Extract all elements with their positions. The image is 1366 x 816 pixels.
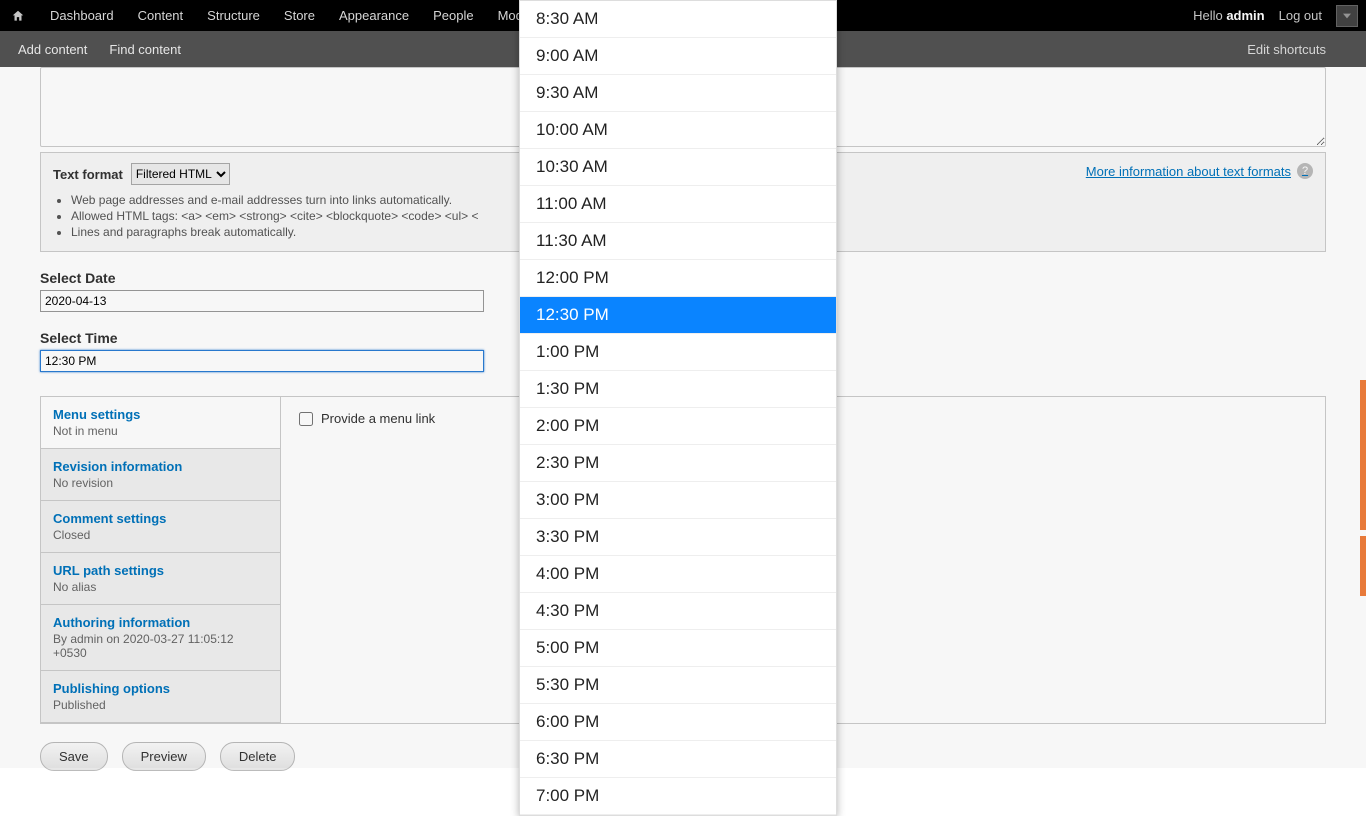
vtab-title: Publishing options [53,681,268,696]
preview-button[interactable]: Preview [122,742,206,771]
vtab-publishing-options[interactable]: Publishing options Published [41,671,280,723]
vertical-tabs-list: Menu settings Not in menu Revision informa… [41,397,281,723]
time-option[interactable]: 9:00 AM [520,38,836,75]
delete-button[interactable]: Delete [220,742,296,771]
vtab-summary: Published [53,698,268,712]
vtab-title: Revision information [53,459,268,474]
vtab-summary: No alias [53,580,268,594]
time-option[interactable]: 2:00 PM [520,408,836,445]
time-option[interactable]: 10:30 AM [520,149,836,186]
help-icon: ? [1297,163,1313,179]
vtab-summary: Closed [53,528,268,542]
vtab-menu-settings[interactable]: Menu settings Not in menu [41,397,280,449]
toolbar-item-content[interactable]: Content [126,0,196,31]
text-format-label: Text format [53,167,123,182]
vtab-summary: No revision [53,476,268,490]
hello-user: Hello admin [1193,8,1265,23]
vtab-title: Comment settings [53,511,268,526]
toolbar-item-store[interactable]: Store [272,0,327,31]
home-icon[interactable] [8,6,28,26]
time-option[interactable]: 12:30 PM [520,297,836,334]
time-option[interactable]: 6:00 PM [520,704,836,741]
vtab-revision-information[interactable]: Revision information No revision [41,449,280,501]
logout-link[interactable]: Log out [1279,8,1322,23]
time-option[interactable]: 5:30 PM [520,667,836,704]
time-option[interactable]: 3:30 PM [520,519,836,556]
vtab-authoring-information[interactable]: Authoring information By admin on 2020-03… [41,605,280,671]
toolbar-item-people[interactable]: People [421,0,485,31]
time-option[interactable]: 10:00 AM [520,112,836,149]
select-date-input[interactable] [40,290,484,312]
toolbar-item-dashboard[interactable]: Dashboard [38,0,126,31]
toolbar-item-appearance[interactable]: Appearance [327,0,421,31]
toolbar-item-structure[interactable]: Structure [195,0,272,31]
time-option[interactable]: 2:30 PM [520,445,836,482]
vtab-summary: By admin on 2020-03-27 11:05:12 +0530 [53,632,268,660]
scroll-indicator [1360,380,1366,530]
time-option[interactable]: 8:30 AM [520,1,836,38]
time-option[interactable]: 4:30 PM [520,593,836,630]
time-option[interactable]: 7:00 PM [520,778,836,815]
vtab-title: Menu settings [53,407,268,422]
vtab-comment-settings[interactable]: Comment settings Closed [41,501,280,553]
time-option[interactable]: 11:30 AM [520,223,836,260]
time-picker-dropdown[interactable]: 8:30 AM9:00 AM9:30 AM10:00 AM10:30 AM11:… [519,0,837,816]
time-option[interactable]: 1:00 PM [520,334,836,371]
edit-shortcuts-link[interactable]: Edit shortcuts [1247,42,1326,57]
more-text-formats-link[interactable]: More information about text formats ? [1086,163,1313,179]
time-option[interactable]: 5:00 PM [520,630,836,667]
text-format-select[interactable]: Filtered HTML [131,163,230,185]
vtab-title: Authoring information [53,615,268,630]
select-time-input[interactable] [40,350,484,372]
time-option[interactable]: 1:30 PM [520,371,836,408]
time-option[interactable]: 11:00 AM [520,186,836,223]
vtab-summary: Not in menu [53,424,268,438]
time-option[interactable]: 6:30 PM [520,741,836,778]
shortcut-find-content[interactable]: Find content [109,42,181,57]
save-button[interactable]: Save [40,742,108,771]
time-option[interactable]: 9:30 AM [520,75,836,112]
time-option[interactable]: 12:00 PM [520,260,836,297]
vtab-title: URL path settings [53,563,268,578]
vtab-url-path-settings[interactable]: URL path settings No alias [41,553,280,605]
time-option[interactable]: 3:00 PM [520,482,836,519]
shortcut-add-content[interactable]: Add content [18,42,87,57]
toolbar-toggle-icon[interactable] [1336,5,1358,27]
time-option[interactable]: 4:00 PM [520,556,836,593]
scroll-indicator [1360,536,1366,596]
toolbar-menu: DashboardContentStructureStoreAppearance… [38,0,559,31]
